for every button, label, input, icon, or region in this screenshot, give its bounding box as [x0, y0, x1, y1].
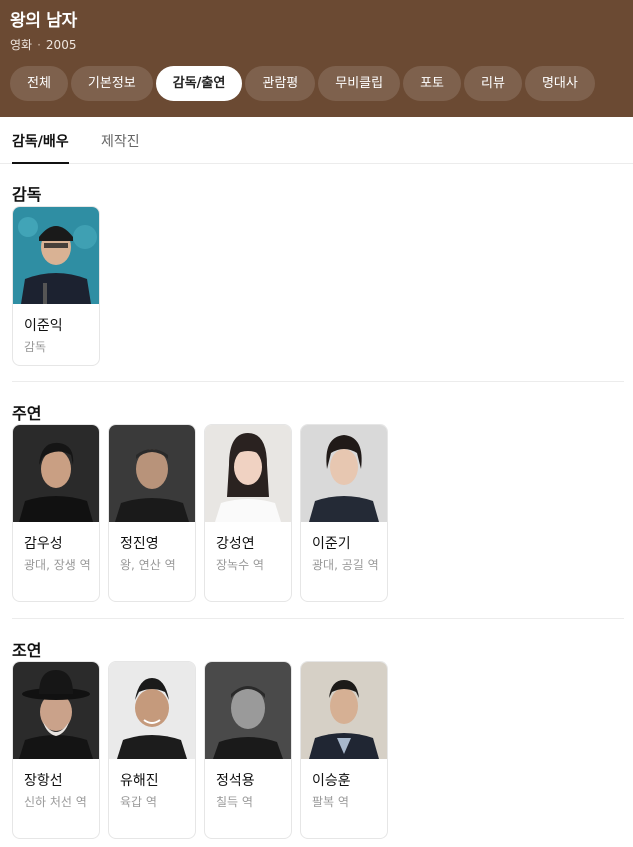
- person-role: 광대, 장생 역: [24, 558, 91, 572]
- page-title: 왕의 남자: [10, 11, 77, 31]
- person-photo: [13, 662, 99, 759]
- section-title-supporting: 조연: [12, 641, 42, 660]
- person-name: 이준기: [312, 536, 351, 552]
- person-name: 강성연: [216, 536, 255, 552]
- person-name: 이준익: [24, 318, 63, 334]
- tab-movie-clips[interactable]: 무비클립: [318, 66, 401, 101]
- tab-basic-info[interactable]: 기본정보: [70, 66, 153, 101]
- person-role: 감독: [24, 340, 47, 354]
- person-role: 왕, 연산 역: [120, 558, 176, 572]
- section-divider: [12, 381, 624, 382]
- section-title-director: 감독: [12, 185, 42, 204]
- person-photo: [301, 425, 387, 522]
- person-photo: [13, 207, 99, 304]
- person-card[interactable]: 장항선 신하 처선 역: [12, 661, 100, 839]
- separator-dot: ·: [37, 38, 41, 52]
- person-card[interactable]: 이승훈 팔복 역: [300, 661, 388, 839]
- person-photo: [109, 425, 195, 522]
- person-role: 광대, 공길 역: [312, 558, 379, 572]
- person-role: 장녹수 역: [216, 558, 264, 572]
- person-name: 감우성: [24, 536, 63, 552]
- person-photo: [205, 425, 291, 522]
- tab-cast[interactable]: 감독/출연: [155, 66, 243, 101]
- tab-reviews[interactable]: 리뷰: [464, 66, 522, 101]
- tab-ratings[interactable]: 관람평: [245, 66, 316, 101]
- person-photo: [109, 662, 195, 759]
- person-name: 장항선: [24, 773, 63, 789]
- person-name: 정석용: [216, 773, 255, 789]
- person-role: 칠득 역: [216, 795, 253, 809]
- person-name: 이승훈: [312, 773, 351, 789]
- tab-all[interactable]: 전체: [10, 66, 68, 101]
- title-header: 왕의 남자 영화 · 2005 전체 기본정보 감독/출연 관람평 무비클립 포토 리뷰 명대사: [0, 0, 633, 117]
- movie-meta: 영화 · 2005: [10, 36, 76, 53]
- main-tabs: 전체 기본정보 감독/출연 관람평 무비클립 포토 리뷰 명대사: [10, 66, 633, 101]
- person-photo: [301, 662, 387, 759]
- tab-quotes[interactable]: 명대사: [524, 66, 595, 101]
- person-card[interactable]: 정진영 왕, 연산 역: [108, 424, 196, 602]
- person-name: 정진영: [120, 536, 159, 552]
- person-card[interactable]: 유해진 육갑 역: [108, 661, 196, 839]
- section-title-lead: 주연: [12, 404, 42, 423]
- subtab-crew[interactable]: 제작진: [101, 131, 140, 151]
- person-role: 육갑 역: [120, 795, 157, 809]
- person-card[interactable]: 정석용 칠득 역: [204, 661, 292, 839]
- genre-label: 영화: [10, 38, 33, 52]
- person-photo: [13, 425, 99, 522]
- person-name: 유해진: [120, 773, 159, 789]
- person-role: 신하 처선 역: [24, 795, 87, 809]
- subtab-director-actors[interactable]: 감독/배우: [12, 131, 69, 164]
- person-card[interactable]: 감우성 광대, 장생 역: [12, 424, 100, 602]
- person-card[interactable]: 이준기 광대, 공길 역: [300, 424, 388, 602]
- sub-tabs: 감독/배우 제작진: [0, 117, 633, 164]
- person-card[interactable]: 강성연 장녹수 역: [204, 424, 292, 602]
- section-divider: [12, 618, 624, 619]
- year-label: 2005: [45, 38, 77, 52]
- person-card[interactable]: 이준익 감독: [12, 206, 100, 366]
- person-photo: [205, 662, 291, 759]
- tab-photos[interactable]: 포토: [403, 66, 462, 101]
- person-role: 팔복 역: [312, 795, 349, 809]
